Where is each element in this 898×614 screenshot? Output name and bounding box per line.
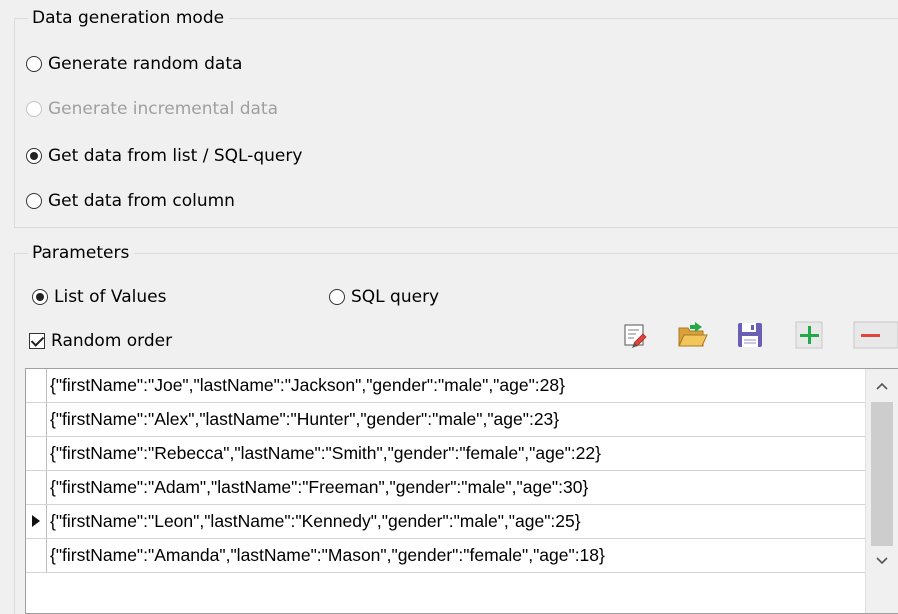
- minus-icon: [853, 321, 898, 349]
- scroll-down-button[interactable]: [866, 546, 898, 576]
- radio-sql-query[interactable]: SQL query: [329, 286, 439, 308]
- table-row[interactable]: {"firstName":"Alex","lastName":"Hunter",…: [26, 403, 865, 437]
- open-file-button[interactable]: [675, 318, 709, 352]
- current-row-indicator-icon: [26, 505, 47, 538]
- checkbox-box[interactable]: [29, 333, 45, 349]
- row-value[interactable]: {"firstName":"Alex","lastName":"Hunter",…: [50, 403, 559, 436]
- radio-circle[interactable]: [26, 148, 42, 164]
- edit-list-icon: [624, 324, 647, 348]
- values-list-grid[interactable]: {"firstName":"Joe","lastName":"Jackson",…: [25, 368, 898, 614]
- radio-label: Get data from list / SQL-query: [48, 146, 303, 166]
- chevron-up-icon: [876, 382, 888, 390]
- vertical-scrollbar[interactable]: [865, 369, 898, 613]
- table-row[interactable]: {"firstName":"Rebecca","lastName":"Smith…: [26, 437, 865, 471]
- radio-get-from-list[interactable]: Get data from list / SQL-query: [26, 145, 302, 167]
- data-generation-mode-title: Data generation mode: [28, 8, 230, 28]
- row-value[interactable]: {"firstName":"Leon","lastName":"Kennedy"…: [50, 505, 581, 538]
- row-indicator: [26, 437, 47, 470]
- row-indicator: [26, 539, 47, 572]
- row-indicator: [26, 471, 47, 504]
- random-order-checkbox[interactable]: Random order: [29, 330, 172, 352]
- plus-icon: [795, 321, 823, 349]
- table-row[interactable]: {"firstName":"Adam","lastName":"Freeman"…: [26, 471, 865, 505]
- save-button[interactable]: [733, 318, 767, 352]
- radio-label: Generate random data: [48, 54, 243, 74]
- folder-open-icon: [678, 322, 708, 347]
- radio-label: SQL query: [351, 287, 440, 307]
- radio-get-from-column[interactable]: Get data from column: [26, 190, 235, 212]
- radio-label: List of Values: [54, 287, 167, 307]
- parameters-title: Parameters: [28, 243, 135, 263]
- radio-label: Get data from column: [48, 191, 235, 211]
- radio-circle[interactable]: [26, 193, 42, 209]
- row-indicator: [26, 403, 47, 436]
- row-value[interactable]: {"firstName":"Rebecca","lastName":"Smith…: [50, 437, 601, 470]
- radio-generate-random[interactable]: Generate random data: [26, 53, 242, 75]
- radio-list-of-values[interactable]: List of Values: [32, 286, 166, 308]
- add-button[interactable]: [792, 318, 826, 352]
- table-row[interactable]: {"firstName":"Amanda","lastName":"Mason"…: [26, 539, 865, 573]
- floppy-disk-icon: [738, 323, 762, 347]
- remove-button[interactable]: [850, 318, 898, 352]
- edit-list-button[interactable]: [617, 318, 651, 352]
- radio-circle[interactable]: [329, 289, 345, 305]
- scroll-up-button[interactable]: [866, 371, 898, 401]
- chevron-down-icon: [876, 557, 888, 565]
- checkbox-label: Random order: [51, 331, 173, 351]
- row-value[interactable]: {"firstName":"Adam","lastName":"Freeman"…: [50, 471, 588, 504]
- row-value[interactable]: {"firstName":"Amanda","lastName":"Mason"…: [50, 539, 605, 572]
- radio-generate-incremental: Generate incremental data: [26, 98, 278, 120]
- scrollbar-thumb[interactable]: [871, 402, 893, 546]
- radio-circle: [26, 101, 42, 117]
- row-value[interactable]: {"firstName":"Joe","lastName":"Jackson",…: [50, 369, 565, 402]
- radio-circle[interactable]: [32, 289, 48, 305]
- table-row[interactable]: {"firstName":"Joe","lastName":"Jackson",…: [26, 369, 865, 403]
- radio-circle[interactable]: [26, 56, 42, 72]
- radio-label: Generate incremental data: [48, 99, 279, 119]
- row-indicator: [26, 369, 47, 402]
- table-row[interactable]: {"firstName":"Leon","lastName":"Kennedy"…: [26, 505, 865, 539]
